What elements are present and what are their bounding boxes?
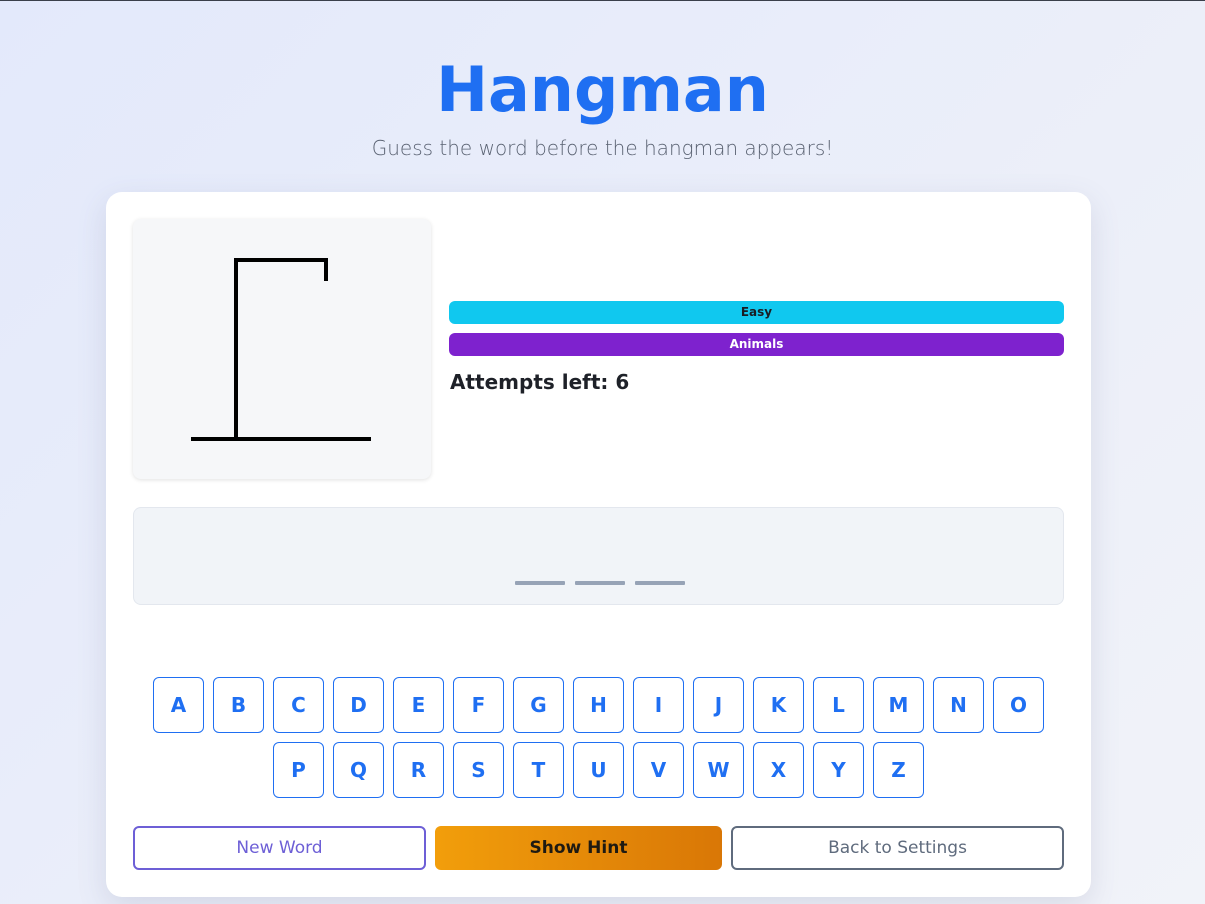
- category-badge: Animals: [449, 333, 1064, 356]
- letter-blank: [514, 581, 565, 585]
- letter-key-f[interactable]: F: [453, 677, 504, 733]
- letter-keyboard: ABCDEFGHIJKLMNO PQRSTUVWXYZ: [106, 677, 1091, 807]
- letter-key-z[interactable]: Z: [873, 742, 924, 798]
- letter-key-q[interactable]: Q: [333, 742, 384, 798]
- letter-key-k[interactable]: K: [753, 677, 804, 733]
- show-hint-button[interactable]: Show Hint: [435, 826, 722, 870]
- letter-key-y[interactable]: Y: [813, 742, 864, 798]
- difficulty-badge: Easy: [449, 301, 1064, 324]
- letter-key-x[interactable]: X: [753, 742, 804, 798]
- letter-key-a[interactable]: A: [153, 677, 204, 733]
- letter-key-h[interactable]: H: [573, 677, 624, 733]
- page-title: Hangman: [436, 53, 769, 126]
- letter-key-s[interactable]: S: [453, 742, 504, 798]
- letter-key-o[interactable]: O: [993, 677, 1044, 733]
- letter-key-p[interactable]: P: [273, 742, 324, 798]
- letter-key-b[interactable]: B: [213, 677, 264, 733]
- keyboard-row: PQRSTUVWXYZ: [106, 742, 1091, 798]
- letter-key-m[interactable]: M: [873, 677, 924, 733]
- letter-blank: [574, 581, 625, 585]
- letter-key-g[interactable]: G: [513, 677, 564, 733]
- word-display: [133, 507, 1064, 605]
- letter-blank: [634, 581, 685, 585]
- back-to-settings-button[interactable]: Back to Settings: [731, 826, 1064, 870]
- letter-key-c[interactable]: C: [273, 677, 324, 733]
- game-card: Easy Animals Attempts left: 6 ABCDEFGHIJ…: [106, 192, 1091, 897]
- letter-key-u[interactable]: U: [573, 742, 624, 798]
- letter-key-v[interactable]: V: [633, 742, 684, 798]
- letter-key-i[interactable]: I: [633, 677, 684, 733]
- keyboard-row: ABCDEFGHIJKLMNO: [106, 677, 1091, 733]
- letter-key-d[interactable]: D: [333, 677, 384, 733]
- letter-key-e[interactable]: E: [393, 677, 444, 733]
- attempts-label: Attempts left: 6: [450, 370, 630, 394]
- page-subtitle: Guess the word before the hangman appear…: [371, 136, 834, 160]
- letter-key-n[interactable]: N: [933, 677, 984, 733]
- hangman-drawing: [133, 219, 431, 479]
- letter-blanks: [134, 581, 1065, 585]
- gallows-icon: [191, 258, 371, 441]
- letter-key-j[interactable]: J: [693, 677, 744, 733]
- letter-key-t[interactable]: T: [513, 742, 564, 798]
- letter-key-r[interactable]: R: [393, 742, 444, 798]
- new-word-button[interactable]: New Word: [133, 826, 426, 870]
- letter-key-w[interactable]: W: [693, 742, 744, 798]
- attempts-left: Attempts left: 6: [450, 370, 629, 394]
- letter-key-l[interactable]: L: [813, 677, 864, 733]
